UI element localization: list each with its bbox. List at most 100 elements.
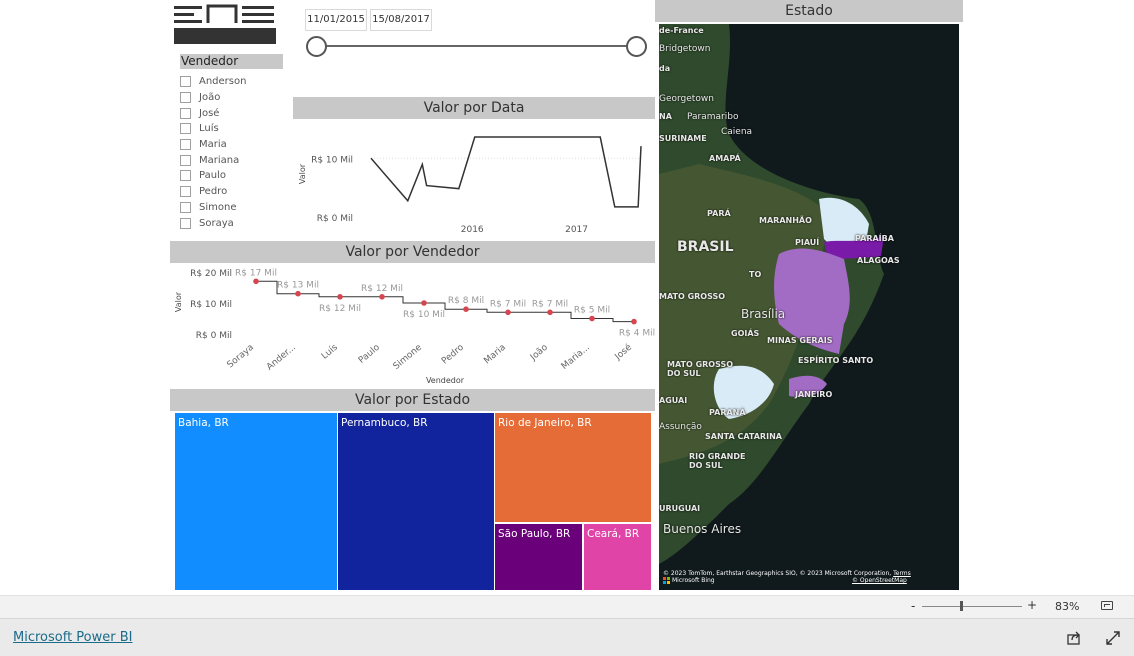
vendedor-slicer-item[interactable]: Simone xyxy=(180,200,246,216)
date-slider-start-handle[interactable] xyxy=(306,36,327,57)
map-place-label: MARANHÃO xyxy=(759,216,812,225)
map-place-label: de-France xyxy=(659,26,704,35)
data-point[interactable] xyxy=(463,306,469,312)
x-tick-label: João xyxy=(528,342,550,363)
zoom-in-button[interactable]: + xyxy=(1027,598,1037,612)
fullscreen-icon[interactable] xyxy=(1106,631,1120,645)
vendedor-slicer-item[interactable]: Pedro xyxy=(180,184,246,200)
zoom-slider-thumb[interactable] xyxy=(960,601,963,611)
data-point[interactable] xyxy=(337,294,343,300)
vendedor-slicer-item[interactable]: Anderson xyxy=(180,74,246,90)
vendedor-slicer-item[interactable]: Mariana xyxy=(180,152,246,168)
data-label: R$ 10 Mil xyxy=(403,310,445,320)
series-line[interactable] xyxy=(370,136,642,208)
checkbox[interactable] xyxy=(180,107,191,119)
data-point[interactable] xyxy=(631,318,637,325)
footer-bar xyxy=(0,618,1134,656)
data-label: R$ 7 Mil xyxy=(532,299,568,309)
checkbox[interactable] xyxy=(180,76,191,88)
map-terrain xyxy=(659,24,884,564)
map-place-label: PIAUÍ xyxy=(795,238,820,247)
y-tick-label: R$ 10 Mil xyxy=(311,155,353,165)
powerbi-link[interactable]: Microsoft Power BI xyxy=(13,630,132,645)
date-slider-end-handle[interactable] xyxy=(626,36,647,57)
date-slider-track[interactable] xyxy=(316,45,638,47)
map-place-label: URUGUAI xyxy=(659,504,701,513)
data-point[interactable] xyxy=(253,278,259,285)
vendedor-slicer-item[interactable]: José xyxy=(180,105,246,121)
vendedor-slicer-label: José xyxy=(199,107,220,119)
checkbox[interactable] xyxy=(180,217,191,229)
valor-por-data-chart[interactable]: R$ 10 Mil R$ 0 Mil Valor 2016 2017 xyxy=(293,122,655,237)
vendedor-slicer-item[interactable]: Paulo xyxy=(180,168,246,184)
treemap-cell-rio-de-janeiro[interactable]: Rio de Janeiro, BR xyxy=(495,413,651,522)
data-point[interactable] xyxy=(547,309,553,316)
data-point[interactable] xyxy=(505,309,511,316)
x-tick-label: Luís xyxy=(320,342,340,361)
map-place-label: JANEIRO xyxy=(795,390,833,399)
checkbox[interactable] xyxy=(180,92,191,104)
checkbox[interactable] xyxy=(180,170,191,182)
checkbox[interactable] xyxy=(180,139,191,151)
map-place-label: PARANÁ xyxy=(709,408,746,417)
zoom-slider-track[interactable] xyxy=(922,606,1022,607)
vendedor-slicer-label: Mariana xyxy=(199,154,240,166)
data-label: R$ 12 Mil xyxy=(319,304,361,314)
vendedor-slicer-label: João xyxy=(199,92,221,104)
checkbox[interactable] xyxy=(180,186,191,198)
ens-logo xyxy=(174,4,278,46)
checkbox[interactable] xyxy=(180,123,191,135)
y-tick-label: R$ 0 Mil xyxy=(196,331,232,341)
zoom-out-button[interactable]: - xyxy=(911,599,915,613)
data-point[interactable] xyxy=(421,300,427,306)
y-tick-label: R$ 0 Mil xyxy=(317,214,353,224)
vendedor-slicer-list: Anderson João José Luís Maria Mariana Paulo Ped… xyxy=(180,74,246,231)
map-place-label: AGUAI xyxy=(659,396,688,405)
x-tick-label: Paulo xyxy=(357,342,382,366)
vendedor-slicer-label: Pedro xyxy=(199,186,228,198)
zoom-level: 83% xyxy=(1055,600,1080,613)
valor-por-vendedor-chart[interactable]: R$ 20 Mil R$ 10 Mil R$ 0 Mil Valor R$ 17 Mil… xyxy=(170,264,655,388)
map-terms-link[interactable]: Terms xyxy=(893,570,911,577)
date-start-field[interactable]: 11/01/2015 xyxy=(305,9,367,31)
map-place-label: TO xyxy=(749,270,762,279)
vendedor-slicer-item[interactable]: Luís xyxy=(180,121,246,137)
data-point[interactable] xyxy=(295,290,301,297)
map-place-label: Buenos Aires xyxy=(663,522,742,536)
data-label: R$ 7 Mil xyxy=(490,299,526,309)
treemap-cell-sao-paulo[interactable]: São Paulo, BR xyxy=(495,524,582,590)
x-tick-label: 2017 xyxy=(565,225,588,235)
map-place-label: MINAS GERAIS xyxy=(767,336,833,345)
vendedor-slicer-item[interactable]: Soraya xyxy=(180,215,246,231)
checkbox[interactable] xyxy=(180,201,191,213)
vendedor-slicer-label: Soraya xyxy=(199,217,234,229)
vendedor-slicer-label: Luís xyxy=(199,123,219,135)
treemap-cell-pernambuco[interactable]: Pernambuco, BR xyxy=(338,413,494,590)
map-place-label: MATO GROSSO xyxy=(659,292,726,301)
data-label: R$ 12 Mil xyxy=(361,284,403,294)
map-place-label: MATO GROSSO DO SUL xyxy=(667,360,734,378)
data-point[interactable] xyxy=(589,315,595,322)
x-tick-label: Maria... xyxy=(560,343,592,372)
share-icon[interactable] xyxy=(1067,631,1081,645)
map-bing-logo: Microsoft Bing xyxy=(663,577,715,584)
vendedor-slicer-item[interactable]: João xyxy=(180,90,246,106)
checkbox[interactable] xyxy=(180,154,191,166)
treemap-cell-ceara[interactable]: Ceará, BR xyxy=(584,524,651,590)
x-axis-label: Vendedor xyxy=(426,376,465,385)
date-end-field[interactable]: 15/08/2017 xyxy=(370,9,432,31)
data-point[interactable] xyxy=(379,294,385,300)
x-tick-label: Simone xyxy=(392,342,425,372)
ens-logo-graphic xyxy=(174,4,276,44)
osm-link[interactable]: © OpenStreetMap xyxy=(852,577,907,584)
x-tick-label: Ander... xyxy=(265,343,298,373)
fit-to-page-icon[interactable] xyxy=(1101,601,1113,610)
vendedor-slicer-item[interactable]: Maria xyxy=(180,137,246,153)
map-place-label: PARAÍBA xyxy=(855,234,894,243)
status-bar xyxy=(0,595,1134,619)
microsoft-logo-icon xyxy=(663,577,670,584)
estado-map[interactable]: de-France Bridgetown da Georgetown NA Paramar… xyxy=(659,24,959,590)
valor-por-data-title: Valor por Data xyxy=(293,97,655,119)
treemap-cell-bahia[interactable]: Bahia, BR xyxy=(175,413,337,590)
map-place-label: Brasília xyxy=(741,307,786,321)
